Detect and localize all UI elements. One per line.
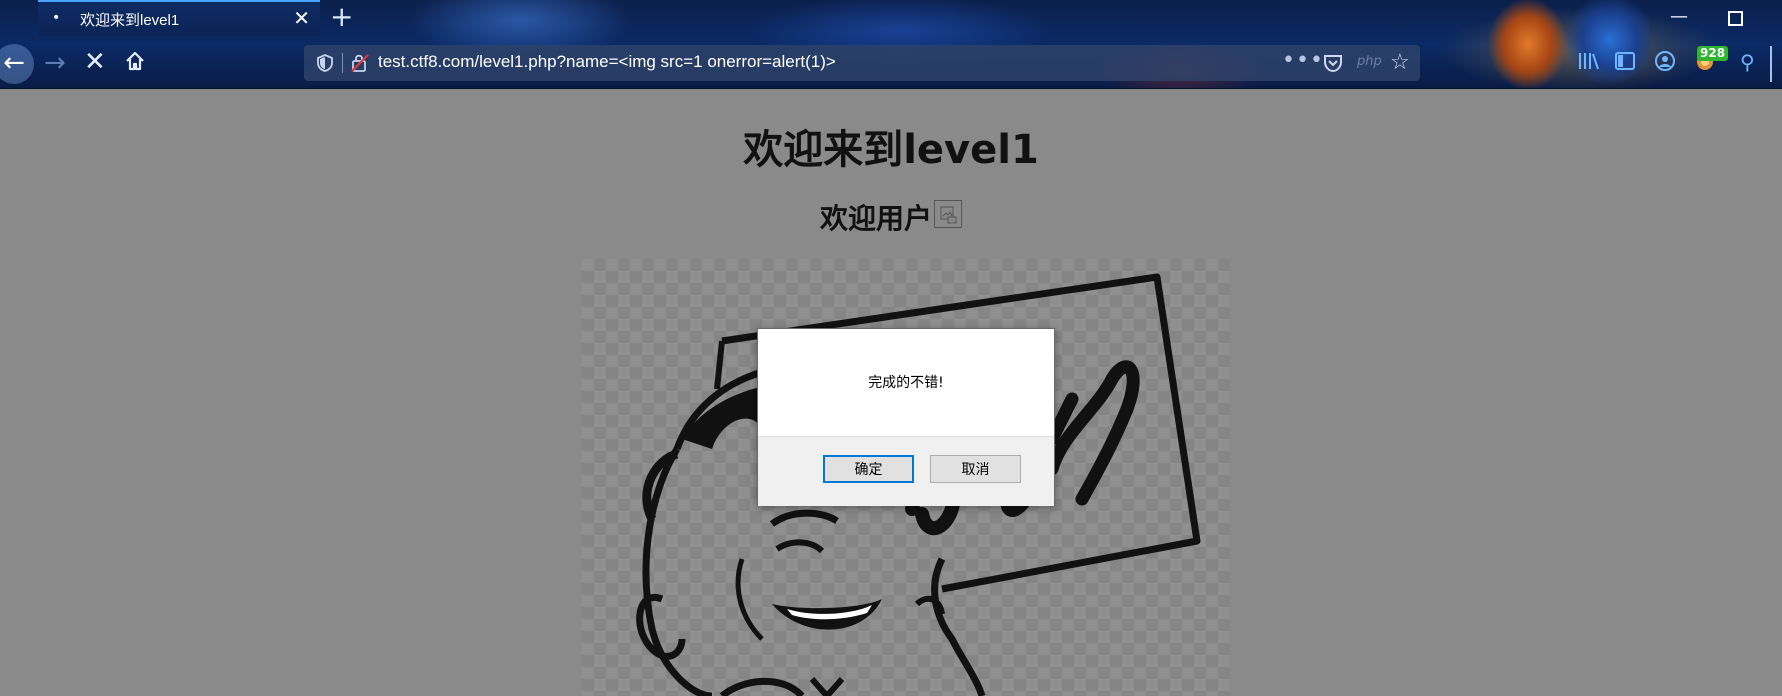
url-text[interactable]: test.ctf8.com/level1.php?name=<img src=1… — [378, 52, 836, 72]
welcome-user-text: 欢迎用户 — [819, 202, 932, 235]
window-minimize-button[interactable]: — — [1670, 6, 1688, 27]
tab-active[interactable]: • 欢迎来到level1 ✕ — [38, 0, 320, 36]
dialog-footer: 确定 取消 — [758, 436, 1054, 506]
new-tab-button[interactable]: + — [330, 2, 353, 32]
alert-dialog: 完成的不错! 确定 取消 — [757, 328, 1055, 506]
loading-dot-icon: • — [52, 10, 61, 26]
page-actions-icon[interactable]: ••• — [1282, 48, 1324, 73]
insecure-connection-icon[interactable] — [350, 53, 370, 77]
dialog-message: 完成的不错! — [868, 375, 944, 391]
window-maximize-button[interactable] — [1728, 11, 1743, 26]
account-icon[interactable] — [1654, 50, 1676, 76]
cancel-button[interactable]: 取消 — [930, 455, 1021, 483]
url-host: test.ctf8.com — [378, 52, 475, 71]
url-path: /level1.php?name=<img src=1 onerror=aler… — [474, 52, 836, 71]
page-heading: 欢迎来到level1 — [743, 127, 1039, 173]
toolbar-edge — [1770, 46, 1772, 82]
pocket-icon[interactable] — [1322, 53, 1344, 77]
tracking-shield-icon[interactable] — [316, 53, 334, 77]
stop-button[interactable]: ✕ — [84, 47, 106, 77]
tab-close-icon[interactable]: ✕ — [293, 7, 310, 29]
broken-image-icon — [934, 200, 962, 228]
library-icon[interactable] — [1577, 50, 1601, 76]
home-icon — [126, 51, 144, 71]
bookmark-star-icon[interactable]: ☆ — [1390, 50, 1410, 75]
forward-button[interactable]: → — [44, 48, 66, 78]
tab-title: 欢迎来到level1 — [80, 12, 180, 29]
sidebar-icon[interactable] — [1614, 50, 1636, 76]
browser-chrome: • 欢迎来到level1 ✕ + — ← → ✕ test.ctf8.com/l… — [0, 0, 1782, 89]
welcome-user-heading: 欢迎用户 — [0, 197, 1782, 237]
php-extension-label[interactable]: php — [1357, 54, 1382, 69]
url-separator — [342, 53, 343, 73]
url-bar[interactable]: test.ctf8.com/level1.php?name=<img src=1… — [304, 45, 1420, 81]
tab-strip: • 欢迎来到level1 ✕ + — — [0, 0, 1782, 36]
back-button[interactable]: ← — [0, 44, 34, 84]
ok-button[interactable]: 确定 — [823, 455, 914, 483]
key-icon[interactable]: ⚲ — [1740, 50, 1755, 74]
home-button[interactable] — [124, 50, 146, 76]
extension-badge: 928 — [1697, 46, 1729, 61]
